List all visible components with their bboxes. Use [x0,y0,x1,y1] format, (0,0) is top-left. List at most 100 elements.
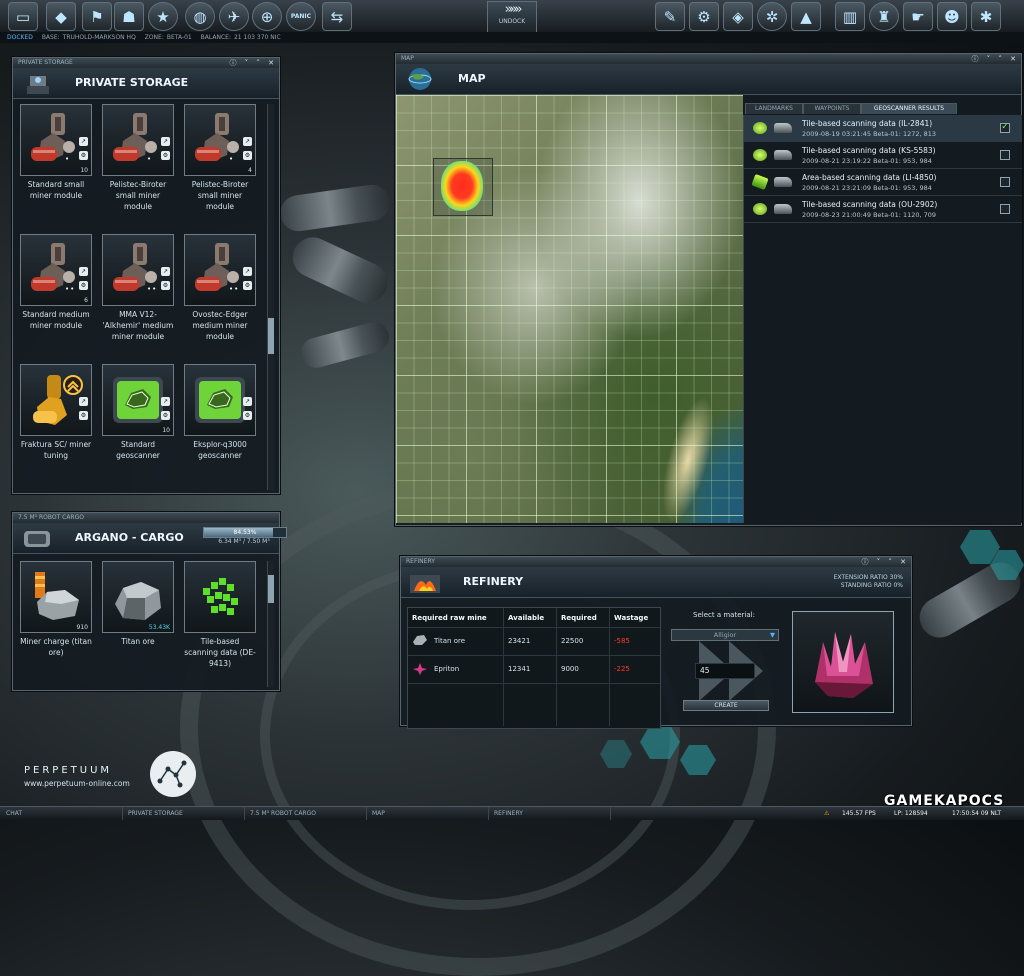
storage-item[interactable]: ↗ ⚙ • 10 Standard small miner module [19,104,93,201]
window-controls[interactable]: ⓘ ˅ ˄ ✕ [229,58,277,68]
item-thumbnail[interactable]: ↗ ⚙ •• [102,234,174,306]
fps-counter: 145.57 FPS [842,810,876,817]
material-select[interactable]: Alligior ▼ [671,629,779,641]
globe-icon[interactable]: ◍ [185,2,215,31]
item-thumbnail[interactable]: ↗ ⚙ • 4 [184,104,256,176]
storage-item[interactable]: ↗ ⚙ •• 6 Standard medium miner module [19,234,93,331]
result-checkbox[interactable] [1000,204,1010,214]
cargo-scrollbar[interactable] [267,561,274,687]
item-thumbnail[interactable]: ↗ ⚙ •• 6 [20,234,92,306]
terrain-map[interactable] [396,95,743,523]
assembly-icon[interactable]: ✎ [655,2,685,31]
result-checkbox[interactable] [1000,177,1010,187]
refinery-titlebar[interactable]: REFINERY ⓘ ˅ ˄ ✕ [401,557,911,567]
background-pipe [286,230,394,310]
shield-icon[interactable]: ◆ [46,2,76,31]
module-type-icon: ↗ [161,137,170,146]
flag-icon[interactable]: ⚑ [82,2,112,31]
item-thumbnail[interactable]: ↗ ⚙ •• [184,234,256,306]
window-controls[interactable]: ⓘ ˅ ˄ ✕ [861,557,909,567]
cargo-item-grid: 910 Miner charge (titan ore) 53.43K Titan o… [19,561,265,687]
task-private-storage[interactable]: PRIVATE STORAGE [122,807,245,820]
scanner-icon [774,177,792,187]
tab-landmarks[interactable]: LANDMARKS [745,103,803,114]
bars-icon[interactable]: ▥ [835,2,865,31]
list-item[interactable]: Tile-based scanning data (IL-2841) 2009-0… [744,115,1022,142]
ship-icon[interactable]: ▭ [8,2,38,31]
tile-scan-icon [753,122,767,134]
item-thumbnail[interactable]: ↗ ⚙ 10 [102,364,174,436]
cargo-titlebar[interactable]: 7.5 M³ ROBOT CARGO [13,513,279,523]
item-thumbnail[interactable]: 53.43K [102,561,174,633]
task-chat[interactable]: CHAT [0,807,123,820]
item-thumbnail[interactable]: ↗ ⚙ • 10 [20,104,92,176]
undock-button[interactable]: »»» UNDOCK [487,1,537,33]
storage-item[interactable]: ↗ ⚙ 10 Standard geoscanner [101,364,175,461]
alligior-crystal-icon [815,632,873,698]
production-icon[interactable]: ⚙ [689,2,719,31]
storage-scrollbar[interactable] [267,104,274,490]
hand-icon[interactable]: ☛ [903,2,933,31]
task-refinery[interactable]: REFINERY [488,807,611,820]
tier-pips: • [229,155,235,163]
undock-chevrons-icon: »»» [504,2,523,17]
swap-icon[interactable]: ⇆ [322,2,352,31]
storage-item[interactable]: 910 Miner charge (titan ore) [19,561,93,658]
list-item[interactable]: Area-based scanning data (LI-4850) 2009-0… [744,169,1022,196]
panic-button[interactable]: PANIC [286,2,316,31]
background-pipe [297,318,393,372]
module-type-icon: ↗ [79,267,88,276]
tier-pips: • [147,155,153,163]
map-tabs: LANDMARKS WAYPOINTS GEOSCANNER RESULTS [743,103,1021,114]
scan-heatmap [441,161,483,211]
result-material-slot[interactable] [792,611,894,713]
base-value: TRUHOLD-MARKSON HQ [62,34,136,41]
quantity-input[interactable]: 45 [695,663,755,679]
terrain-icon[interactable]: ◈ [723,2,753,31]
station-icon[interactable]: ♜ [869,2,899,31]
tab-geoscanner-results[interactable]: GEOSCANNER RESULTS [861,103,957,114]
window-controls[interactable]: ⓘ ˅ ˄ ✕ [971,54,1019,64]
task-map[interactable]: MAP [366,807,489,820]
list-item[interactable]: Tile-based scanning data (KS-5583) 2009-0… [744,142,1022,169]
extension-ratio-label: EXTENSION RATIO [833,574,888,581]
storage-item[interactable]: 53.43K Titan ore [101,561,175,647]
gear-icon[interactable]: ✲ [757,2,787,31]
list-item[interactable]: Tile-based scanning data (OU-2902) 2009-0… [744,196,1022,223]
item-thumbnail[interactable]: 910 [20,561,92,633]
result-checkbox[interactable] [1000,150,1010,160]
people-icon[interactable]: ☻ [937,2,967,31]
cargo-scrollbar-thumb[interactable] [268,575,274,603]
item-thumbnail[interactable]: ↗ ⚙ [184,364,256,436]
item-thumbnail[interactable]: ↗ ⚙ • [102,104,174,176]
standing-ratio-label: STANDING RATIO [840,582,892,589]
storage-item[interactable]: ↗ ⚙ • 4 Pelistec-Biroter small miner module [183,104,257,212]
map-titlebar[interactable]: MAP ⓘ ˅ ˄ ✕ [396,54,1021,64]
triangle-icon[interactable]: ▲ [791,2,821,31]
task-robot-cargo[interactable]: 7.5 M³ ROBOT CARGO [244,807,367,820]
storage-item[interactable]: Tile-based scanning data (DE-9413) [183,561,257,669]
storage-item[interactable]: ↗ ⚙ Fraktura SC/ miner tuning [19,364,93,461]
tab-waypoints[interactable]: WAYPOINTS [803,103,861,114]
item-thumbnail[interactable]: ↗ ⚙ [20,364,92,436]
tier-pips: •• [229,285,240,293]
star-icon[interactable]: ★ [148,2,178,31]
storage-item[interactable]: ↗ ⚙ Eksplor-q3000 geoscanner [183,364,257,461]
item-thumbnail[interactable] [184,561,256,633]
row-available: 23421 [508,637,531,645]
satellite-icon[interactable]: ✈ [219,2,249,31]
status-bar: DOCKED BASE: TRUHOLD-MARKSON HQ ZONE: BETA… [0,32,1024,43]
cogs-icon[interactable]: ✱ [971,2,1001,31]
private-storage-titlebar[interactable]: PRIVATE STORAGE ⓘ ˅ ˄ ✕ [13,58,279,68]
storage-item[interactable]: ↗ ⚙ • Pelistec-Biroter small miner module [101,104,175,212]
helmet-icon[interactable]: ⊕ [252,2,282,31]
storage-item[interactable]: ↗ ⚙ •• Ovostec-Edger medium miner module [183,234,257,342]
undock-label: UNDOCK [498,18,526,25]
robot-icon[interactable]: ☗ [114,2,144,31]
scanning-data-icon [203,578,238,615]
storage-item[interactable]: ↗ ⚙ •• MMA V12-'Alkhemir' medium miner modu… [101,234,175,342]
result-checkbox[interactable]: ✓ [1000,123,1010,133]
map-window: MAP ⓘ ˅ ˄ ✕ MAP LANDMARKS WAYPOINTS GEOS… [395,53,1022,526]
storage-scrollbar-thumb[interactable] [268,318,274,354]
create-button[interactable]: CREATE [683,700,769,711]
